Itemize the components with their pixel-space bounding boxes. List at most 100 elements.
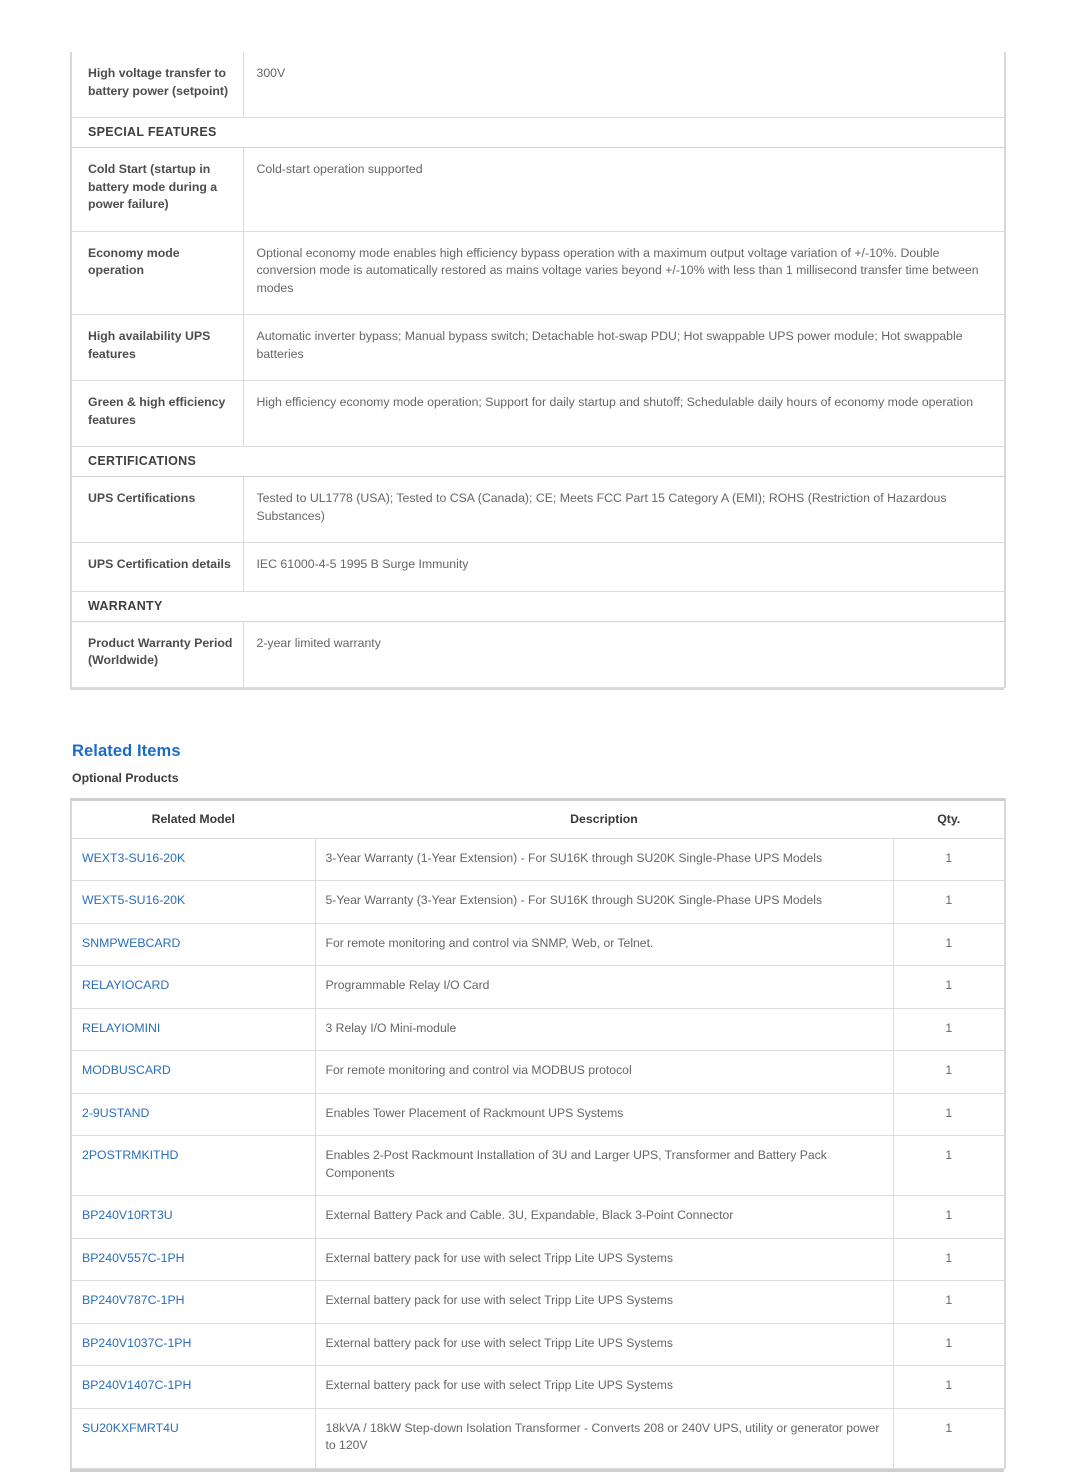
related-qty-cell: 1 xyxy=(893,965,1005,1009)
spec-value: 300V xyxy=(243,52,1005,118)
spec-row: Green & high efficiency features High eff… xyxy=(71,380,1005,447)
related-model-cell: BP240V557C-1PH xyxy=(71,1238,316,1281)
related-qty-cell: 1 xyxy=(893,1195,1005,1239)
related-model-link[interactable]: BP240V787C-1PH xyxy=(82,1293,185,1307)
related-description-cell: External battery pack for use with selec… xyxy=(315,1365,894,1409)
related-items-table-body: WEXT3-SU16-20K 3-Year Warranty (1-Year Ex… xyxy=(71,838,1005,1469)
related-model-link[interactable]: 2-9USTAND xyxy=(82,1106,149,1120)
related-model-link[interactable]: 2POSTRMKITHD xyxy=(82,1148,178,1162)
spec-label: UPS Certification details xyxy=(71,542,244,592)
spec-value: Cold-start operation supported xyxy=(243,147,1005,232)
related-qty-cell: 1 xyxy=(893,1408,1005,1469)
column-header-description: Description xyxy=(315,799,894,839)
related-model-link[interactable]: WEXT5-SU16-20K xyxy=(82,893,185,907)
related-model-link[interactable]: WEXT3-SU16-20K xyxy=(82,851,185,865)
specifications-table-body: High voltage transfer to battery power (… xyxy=(71,52,1005,688)
related-items-table: Related Model Description Qty. WEXT3-SU1… xyxy=(70,797,1006,1469)
related-model-cell: RELAYIOMINI xyxy=(71,1008,316,1051)
related-description-cell: Programmable Relay I/O Card xyxy=(315,965,894,1009)
column-header-qty: Qty. xyxy=(893,799,1005,839)
related-qty-cell: 1 xyxy=(893,1135,1005,1196)
spec-value: 2-year limited warranty xyxy=(243,621,1005,688)
related-model-link[interactable]: SNMPWEBCARD xyxy=(82,936,180,950)
spec-label: High voltage transfer to battery power (… xyxy=(71,52,244,118)
related-model-link[interactable]: RELAYIOCARD xyxy=(82,978,169,992)
related-description-cell: For remote monitoring and control via MO… xyxy=(315,1050,894,1094)
spec-value: High efficiency economy mode operation; … xyxy=(243,380,1005,447)
related-model-cell: WEXT3-SU16-20K xyxy=(71,838,316,881)
related-model-link[interactable]: BP240V1037C-1PH xyxy=(82,1336,191,1350)
related-model-cell: SU20KXFMRT4U xyxy=(71,1408,316,1469)
related-model-cell: 2-9USTAND xyxy=(71,1093,316,1136)
related-qty-cell: 1 xyxy=(893,880,1005,924)
related-items-title: Related Items xyxy=(72,741,181,760)
related-model-link[interactable]: SU20KXFMRT4U xyxy=(82,1421,179,1435)
related-qty-cell: 1 xyxy=(893,1008,1005,1051)
table-row: RELAYIOMINI 3 Relay I/O Mini-module 1 xyxy=(71,1008,1005,1051)
related-model-link[interactable]: BP240V1407C-1PH xyxy=(82,1378,191,1392)
table-row: SU20KXFMRT4U 18kVA / 18kW Step-down Isola… xyxy=(71,1408,1005,1469)
table-row: RELAYIOCARD Programmable Relay I/O Card 1 xyxy=(71,965,1005,1009)
related-qty-cell: 1 xyxy=(893,1093,1005,1136)
spec-table-bottom-rule xyxy=(70,687,1004,690)
spec-row: UPS Certification details IEC 61000-4-5 1… xyxy=(71,542,1005,592)
spec-label: Product Warranty Period (Worldwide) xyxy=(71,621,244,688)
related-model-cell: RELAYIOCARD xyxy=(71,965,316,1009)
related-qty-cell: 1 xyxy=(893,1280,1005,1324)
related-qty-cell: 1 xyxy=(893,838,1005,881)
related-model-cell: 2POSTRMKITHD xyxy=(71,1135,316,1196)
related-description-cell: Enables 2-Post Rackmount Installation of… xyxy=(315,1135,894,1196)
related-items-section: Related Items Optional Products Related … xyxy=(70,742,1010,1472)
related-description-cell: 18kVA / 18kW Step-down Isolation Transfo… xyxy=(315,1408,894,1469)
spec-label: Cold Start (startup in battery mode duri… xyxy=(71,147,244,232)
spec-value: Optional economy mode enables high effic… xyxy=(243,231,1005,315)
specifications-table: High voltage transfer to battery power (… xyxy=(70,52,1006,688)
spec-value: IEC 61000-4-5 1995 B Surge Immunity xyxy=(243,542,1005,592)
spec-row: Product Warranty Period (Worldwide) 2-yea… xyxy=(71,621,1005,688)
table-row: BP240V1407C-1PH External battery pack for… xyxy=(71,1365,1005,1409)
table-row: SNMPWEBCARD For remote monitoring and con… xyxy=(71,923,1005,966)
related-description-cell: 5-Year Warranty (3-Year Extension) - For… xyxy=(315,880,894,924)
related-model-cell: MODBUSCARD xyxy=(71,1050,316,1094)
related-description-cell: 3 Relay I/O Mini-module xyxy=(315,1008,894,1051)
table-row: 2-9USTAND Enables Tower Placement of Rack… xyxy=(71,1093,1005,1136)
related-model-cell: WEXT5-SU16-20K xyxy=(71,880,316,924)
table-header-row: Related Model Description Qty. xyxy=(71,799,1005,839)
table-row: BP240V1037C-1PH External battery pack for… xyxy=(71,1323,1005,1366)
spec-section-label: CERTIFICATIONS xyxy=(71,446,1005,477)
related-qty-cell: 1 xyxy=(893,1323,1005,1366)
table-row: 2POSTRMKITHD Enables 2-Post Rackmount Ins… xyxy=(71,1135,1005,1196)
spec-row: UPS Certifications Tested to UL1778 (USA)… xyxy=(71,476,1005,543)
related-model-link[interactable]: BP240V10RT3U xyxy=(82,1208,173,1222)
spec-row: High availability UPS features Automatic … xyxy=(71,314,1005,381)
related-model-cell: BP240V10RT3U xyxy=(71,1195,316,1239)
spec-label: Green & high efficiency features xyxy=(71,380,244,447)
spec-label: Economy mode operation xyxy=(71,231,244,315)
optional-products-subtitle: Optional Products xyxy=(72,770,179,785)
related-description-cell: For remote monitoring and control via SN… xyxy=(315,923,894,966)
related-qty-cell: 1 xyxy=(893,1365,1005,1409)
spec-label: High availability UPS features xyxy=(71,314,244,381)
related-description-cell: External battery pack for use with selec… xyxy=(315,1238,894,1281)
spec-section-header: CERTIFICATIONS xyxy=(71,446,1005,477)
table-row: BP240V557C-1PH External battery pack for … xyxy=(71,1238,1005,1281)
related-model-link[interactable]: MODBUSCARD xyxy=(82,1063,171,1077)
column-header-related-model: Related Model xyxy=(71,799,316,839)
spec-section-header: SPECIAL FEATURES xyxy=(71,117,1005,148)
spec-value: Tested to UL1778 (USA); Tested to CSA (C… xyxy=(243,476,1005,543)
spec-row: High voltage transfer to battery power (… xyxy=(71,52,1005,118)
spec-row: Cold Start (startup in battery mode duri… xyxy=(71,147,1005,232)
related-model-link[interactable]: RELAYIOMINI xyxy=(82,1021,160,1035)
related-description-cell: External Battery Pack and Cable. 3U, Exp… xyxy=(315,1195,894,1239)
related-model-link[interactable]: BP240V557C-1PH xyxy=(82,1251,185,1265)
spec-section-label: WARRANTY xyxy=(71,590,1005,622)
related-description-cell: External battery pack for use with selec… xyxy=(315,1323,894,1366)
related-qty-cell: 1 xyxy=(893,1050,1005,1094)
related-qty-cell: 1 xyxy=(893,1238,1005,1281)
related-model-cell: BP240V1407C-1PH xyxy=(71,1365,316,1409)
related-model-cell: SNMPWEBCARD xyxy=(71,923,316,966)
table-row: WEXT5-SU16-20K 5-Year Warranty (3-Year Ex… xyxy=(71,880,1005,924)
spec-value: Automatic inverter bypass; Manual bypass… xyxy=(243,314,1005,381)
related-table-bottom-rule xyxy=(70,1468,1004,1472)
related-items-table-head: Related Model Description Qty. xyxy=(71,799,1005,839)
